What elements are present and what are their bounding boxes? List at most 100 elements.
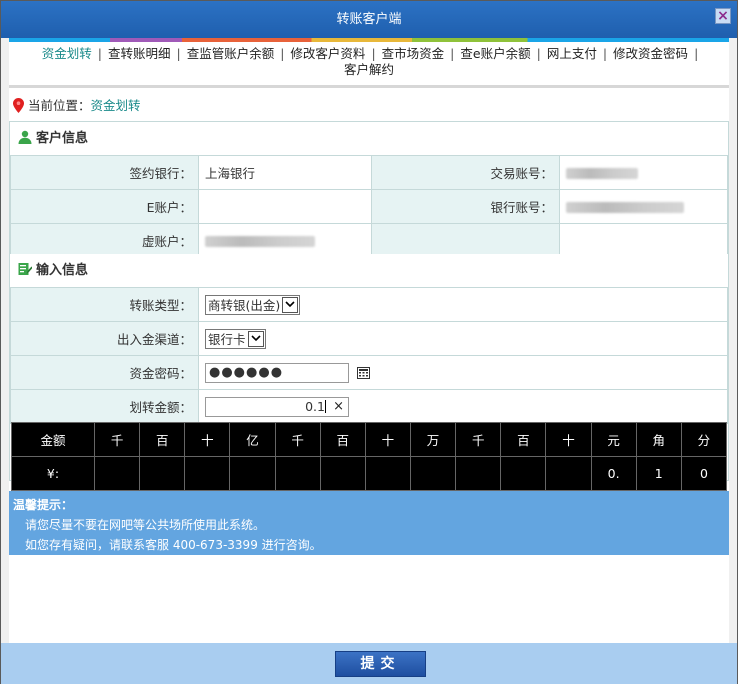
tab-separator: |	[694, 46, 699, 61]
submit-button[interactable]: 提交	[335, 651, 426, 677]
tab-separator: |	[280, 46, 285, 61]
virtual-account-value	[198, 223, 372, 258]
fund-password-input[interactable]: ●●●●●●	[205, 362, 349, 383]
digit-header: 万	[409, 422, 457, 457]
breadcrumb: 当前位置：资金划转	[13, 95, 141, 114]
digit-value	[93, 456, 141, 491]
empty-cell	[371, 223, 560, 258]
redacted-value	[566, 168, 638, 179]
bank-account-label: 银行账号：	[371, 189, 560, 224]
notice-line: 如您存有疑问，请联系客服 400-673-3399 进行咨询。	[25, 538, 322, 552]
transfer-amount-input[interactable]: 0.1 ×	[205, 396, 349, 417]
table-row: 划转金额： 0.1 ×	[10, 389, 728, 424]
customer-info-table: 签约银行： 上海银行 交易账号： E账户： 银行账号： 虚账户：	[10, 155, 728, 258]
text-caret	[325, 399, 326, 413]
tab-bar: 资金划转 | 查转账明细 | 查监管账户余额 | 修改客户资料 | 查市场资金 | 查e账户余额 | 网…	[9, 46, 729, 78]
channel-select[interactable]: 银行卡	[205, 328, 266, 349]
digit-header: 千	[455, 422, 502, 457]
digit-header: 十	[364, 422, 411, 457]
digit-header-row: 金额 千 百 十 亿 千 百 十 万 千 百 十 元 角 分	[11, 422, 728, 457]
breadcrumb-current[interactable]: 资金划转	[91, 98, 141, 113]
edit-icon	[18, 263, 32, 275]
channel-cell: 银行卡	[198, 321, 728, 356]
tab-supervised-balance[interactable]: 查监管账户余额	[183, 46, 279, 62]
digit-value: 0	[680, 456, 728, 491]
channel-label: 出入金渠道：	[10, 321, 199, 356]
digit-value: ¥:	[11, 456, 95, 491]
digit-header: 百	[139, 422, 186, 457]
e-account-value	[198, 189, 372, 224]
tab-underline	[9, 85, 729, 88]
tab-separator: |	[450, 46, 455, 61]
digit-value	[409, 456, 457, 491]
channel-value: 银行卡	[208, 332, 246, 347]
tab-change-fund-password[interactable]: 修改资金密码	[609, 46, 692, 62]
input-info-title: 输入信息	[36, 263, 89, 278]
tab-fund-transfer[interactable]: 资金划转	[38, 46, 96, 62]
digit-value	[455, 456, 502, 491]
empty-cell	[559, 223, 728, 258]
digit-header: 百	[500, 422, 547, 457]
digit-value	[139, 456, 186, 491]
chevron-down-icon[interactable]	[282, 296, 299, 313]
transfer-type-cell: 商转银(出金)	[198, 287, 728, 322]
table-row: 转账类型： 商转银(出金)	[10, 287, 728, 322]
digit-header: 千	[274, 422, 321, 457]
amount-cell: 0.1 ×	[198, 389, 728, 424]
digit-header: 金额	[11, 422, 95, 457]
trade-account-label: 交易账号：	[371, 155, 560, 190]
amount-label: 划转金额：	[10, 389, 199, 424]
close-button[interactable]: ×	[715, 8, 731, 24]
password-cell: ●●●●●●	[198, 355, 728, 390]
digit-value	[500, 456, 547, 491]
table-row: 虚账户：	[10, 223, 728, 258]
input-info-table: 转账类型： 商转银(出金) 出入金渠道： 银行卡 资金密码： ●●●●●● 划转…	[10, 287, 728, 424]
tab-edit-profile[interactable]: 修改客户资料	[286, 46, 369, 62]
digit-header: 十	[184, 422, 231, 457]
clear-icon[interactable]: ×	[333, 398, 344, 416]
transfer-type-select[interactable]: 商转银(出金)	[205, 294, 301, 315]
title-bar: 转账客户端 ×	[1, 1, 737, 38]
chevron-down-icon[interactable]	[247, 330, 264, 347]
breadcrumb-label: 当前位置：	[28, 98, 91, 113]
tab-online-payment[interactable]: 网上支付	[543, 46, 601, 62]
digit-value	[364, 456, 411, 491]
digit-header: 百	[319, 422, 366, 457]
digit-header: 千	[93, 422, 141, 457]
bank-value: 上海银行	[198, 155, 372, 190]
digit-value	[229, 456, 276, 491]
tab-terminate-contract[interactable]: 客户解约	[340, 62, 398, 78]
table-row: E账户： 银行账号：	[10, 189, 728, 224]
keyboard-icon[interactable]	[356, 366, 370, 379]
tab-separator: |	[536, 46, 541, 61]
table-row: 资金密码： ●●●●●●	[10, 355, 728, 390]
digit-header: 分	[680, 422, 728, 457]
digit-value-row: ¥: 0. 1 0	[11, 456, 728, 491]
user-icon	[18, 130, 32, 144]
tab-separator: |	[176, 46, 181, 61]
redacted-value	[566, 202, 684, 213]
password-label: 资金密码：	[10, 355, 199, 390]
location-pin-icon	[13, 98, 24, 113]
tab-transfer-details[interactable]: 查转账明细	[104, 46, 175, 62]
bank-label: 签约银行：	[10, 155, 199, 190]
footer-bar: 提交	[1, 643, 737, 684]
notice-box: 温馨提示： 请您尽量不要在网吧等公共场所使用此系统。 如您存有疑问，请联系客服 …	[9, 491, 729, 555]
digit-header: 十	[545, 422, 592, 457]
input-info-header: 输入信息	[10, 254, 728, 287]
trade-account-value	[559, 155, 728, 190]
digit-header: 亿	[229, 422, 276, 457]
customer-info-title: 客户信息	[36, 131, 89, 146]
digit-value: 0.	[590, 456, 637, 491]
tab-e-account-balance[interactable]: 查e账户余额	[456, 46, 534, 62]
transfer-client-window: 转账客户端 × 资金划转 | 查转账明细 | 查监管账户余额 | 修改客户资料 | 查市场资金 |…	[0, 0, 738, 684]
customer-info-header: 客户信息	[10, 122, 728, 155]
tab-market-funds[interactable]: 查市场资金	[378, 46, 449, 62]
transfer-type-value: 商转银(出金)	[208, 298, 281, 313]
bank-account-value	[559, 189, 728, 224]
virtual-account-label: 虚账户：	[10, 223, 199, 258]
tab-separator: |	[371, 46, 376, 61]
notice-line: 请您尽量不要在网吧等公共场所使用此系统。	[25, 518, 266, 532]
tab-separator: |	[97, 46, 102, 61]
tab-separator: |	[602, 46, 608, 61]
